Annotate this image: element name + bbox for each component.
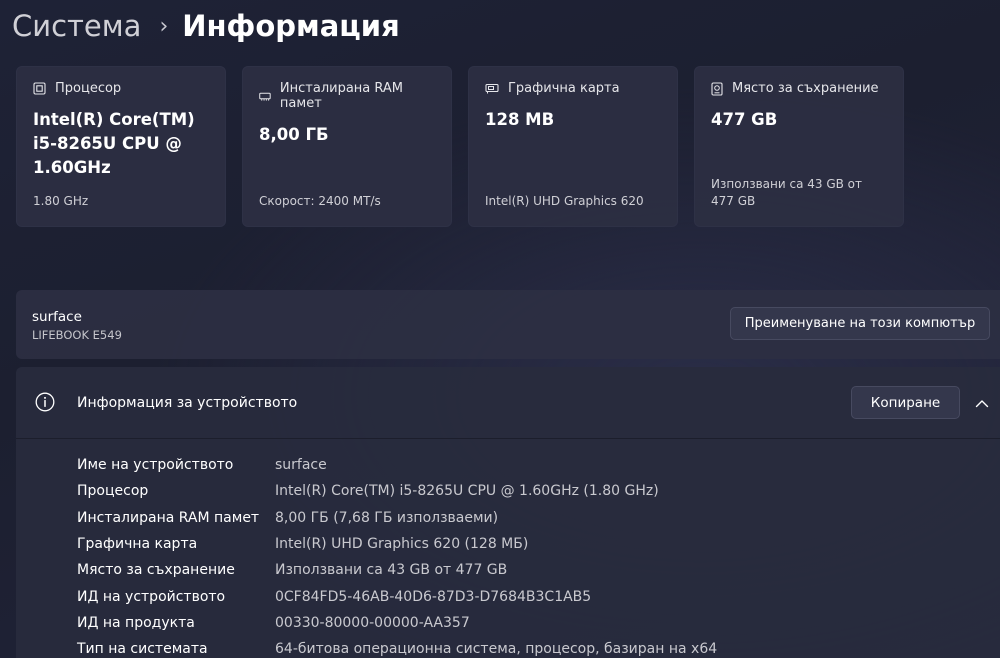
- device-name: surface: [32, 309, 82, 325]
- card-subtext: Intel(R) UHD Graphics 620: [485, 194, 644, 208]
- spec-value: 0CF84FD5-46AB-40D6-87D3-D7684B3C1AB5: [275, 588, 592, 605]
- storage-icon: [711, 81, 723, 96]
- ram-icon: [259, 92, 271, 101]
- spec-row-system-type: Тип на системата 64-битова операционна с…: [77, 636, 717, 658]
- spec-value: Използвани са 43 GB от 477 GB: [275, 562, 508, 579]
- graphics-card-icon: [485, 83, 499, 94]
- spec-label: ИД на продукта: [77, 614, 195, 631]
- spec-row-device-name: Име на устройството surface: [77, 452, 717, 478]
- spec-row-device-id: ИД на устройството 0CF84FD5-46AB-40D6-87…: [77, 583, 717, 609]
- card-graphics: Графична карта 128 MB Intel(R) UHD Graph…: [468, 66, 678, 227]
- spec-row-storage: Място за съхранение Използвани са 43 GB …: [77, 557, 717, 583]
- spec-label: Инсталирана RAM памет: [77, 509, 260, 526]
- device-model: LIFEBOOK E549: [32, 328, 122, 342]
- spec-row-graphics: Графична карта Intel(R) UHD Graphics 620…: [77, 531, 717, 557]
- card-value: 128 MB: [485, 110, 555, 129]
- spec-value: Intel(R) Core(TM) i5-8265U CPU @ 1.60GHz…: [275, 483, 659, 500]
- copy-button[interactable]: Копиране: [851, 386, 960, 419]
- card-value: Intel(R) Core(TM) i5-8265U CPU @ 1.60GHz: [33, 110, 195, 177]
- card-label: Инсталирана RAM памет: [279, 81, 404, 111]
- spec-label: Процесор: [77, 483, 149, 500]
- card-label: Място за съхранение: [732, 81, 879, 96]
- device-specs-list: Име на устройството surface Процесор Int…: [77, 452, 717, 658]
- card-storage: Място за съхранение 477 GB Използвани са…: [694, 66, 904, 227]
- spec-row-product-id: ИД на продукта 00330-80000-00000-AA357: [77, 610, 717, 636]
- processor-icon: [33, 82, 46, 95]
- card-label: Процесор: [55, 81, 122, 96]
- spec-label: ИД на устройството: [77, 588, 226, 605]
- spec-label: Тип на системата: [77, 641, 208, 658]
- spec-label: Графична карта: [77, 536, 198, 553]
- breadcrumb: Система › Информация: [12, 6, 400, 46]
- chevron-right-icon: ›: [159, 13, 169, 39]
- card-processor: Процесор Intel(R) Core(TM) i5-8265U CPU …: [16, 66, 226, 227]
- device-specs-panel: Информация за устройството Копиране Име …: [16, 367, 1000, 658]
- spec-value: 00330-80000-00000-AA357: [275, 614, 470, 631]
- device-specs-header[interactable]: Информация за устройството Копиране: [16, 367, 1000, 439]
- spec-label: Място за съхранение: [77, 562, 235, 579]
- spec-label: Име на устройството: [77, 457, 234, 474]
- card-value: 8,00 ГБ: [259, 125, 329, 144]
- spec-value: Intel(R) UHD Graphics 620 (128 МБ): [275, 536, 529, 553]
- card-subtext: Скорост: 2400 MT/s: [259, 194, 381, 208]
- info-icon: [35, 392, 55, 412]
- spec-value: 8,00 ГБ (7,68 ГБ използваеми): [275, 509, 499, 526]
- chevron-up-icon[interactable]: [970, 391, 994, 415]
- card-value: 477 GB: [711, 110, 778, 129]
- rename-pc-button[interactable]: Преименуване на този компютър: [730, 307, 990, 340]
- spec-value: surface: [275, 457, 327, 474]
- spec-cards: Процесор Intel(R) Core(TM) i5-8265U CPU …: [16, 66, 904, 227]
- device-specs-title: Информация за устройството: [77, 395, 298, 411]
- card-label: Графична карта: [508, 81, 620, 96]
- spec-value: 64-битова операционна система, процесор,…: [275, 641, 718, 658]
- page-title: Информация: [182, 9, 400, 43]
- card-ram: Инсталирана RAM памет 8,00 ГБ Скорост: 2…: [242, 66, 452, 227]
- breadcrumb-system-link[interactable]: Система: [12, 9, 141, 43]
- device-name-panel: surface LIFEBOOK E549 Преименуване на то…: [16, 290, 1000, 359]
- card-subtext: Използвани са 43 GB от 477 GB: [711, 177, 863, 208]
- spec-row-processor: Процесор Intel(R) Core(TM) i5-8265U CPU …: [77, 478, 717, 504]
- card-subtext: 1.80 GHz: [33, 194, 89, 208]
- spec-row-ram: Инсталирана RAM памет 8,00 ГБ (7,68 ГБ и…: [77, 505, 717, 531]
